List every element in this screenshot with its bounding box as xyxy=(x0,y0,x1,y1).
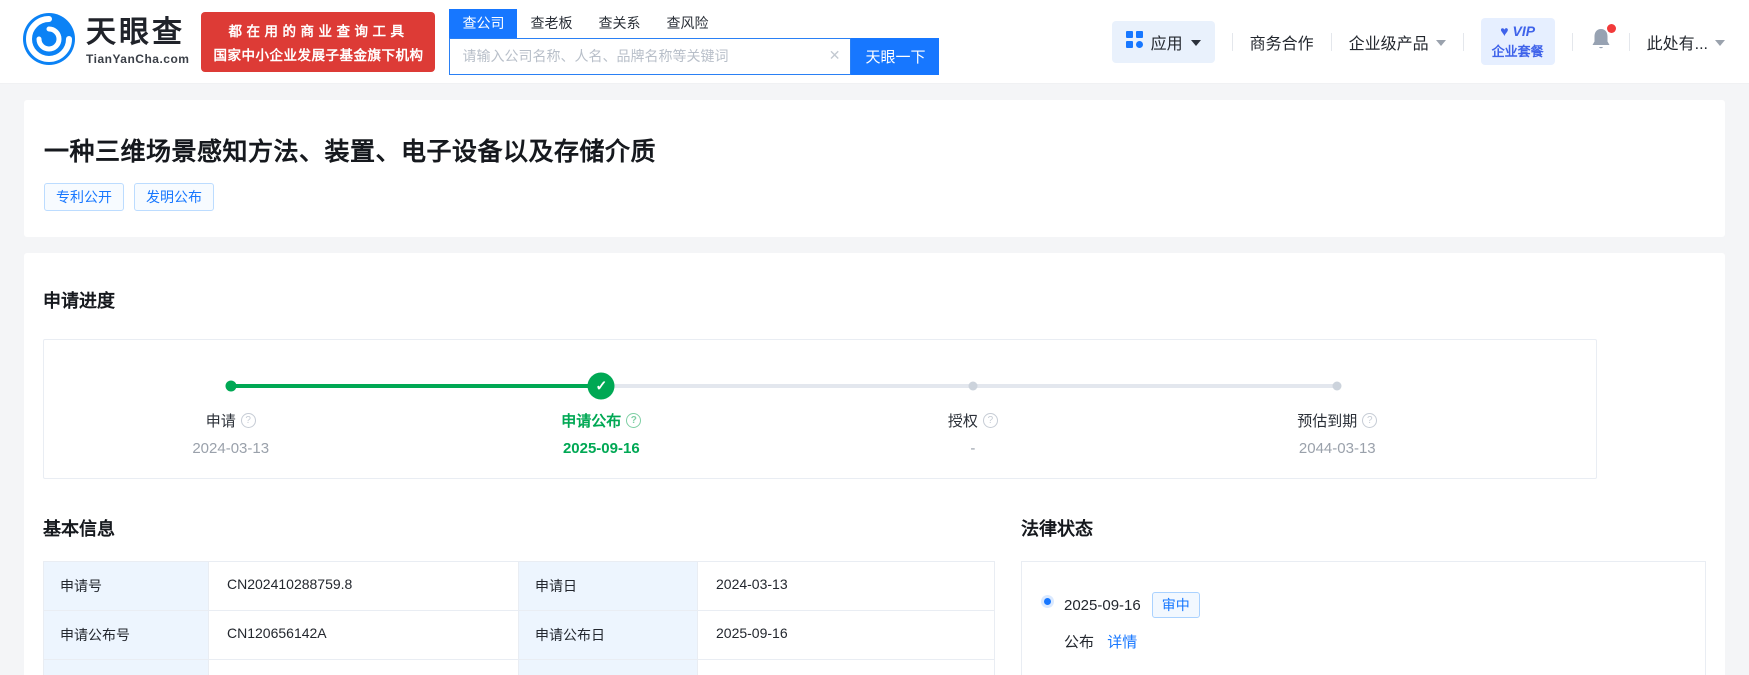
basic-info-table: 申请号 CN202410288759.8 申请日 2024-03-13 申请公布… xyxy=(43,561,995,675)
header-nav: 应用 商务合作 企业级产品 ♥ VIP 企业套餐 xyxy=(1112,18,1725,65)
patent-detail-card: 申请进度 ✓ 申请 ? 2024-03-13 xyxy=(24,253,1725,675)
help-question-icon[interactable]: ? xyxy=(1362,413,1377,428)
nav-divider xyxy=(1232,33,1233,51)
search-tabs: 查公司 查老板 查关系 查风险 xyxy=(449,9,851,38)
cell-label xyxy=(44,660,209,675)
slogan-line1: 都在用的商业查询工具 xyxy=(213,20,423,40)
notifications-button[interactable] xyxy=(1590,27,1612,56)
apps-menu-button[interactable]: 应用 xyxy=(1112,21,1215,63)
cell-publication-no-label: 申请公布号 xyxy=(44,611,209,659)
timeline-node-expiry xyxy=(1333,382,1342,391)
application-progress-timeline: ✓ 申请 ? 2024-03-13 申请公布 ? 2025-09- xyxy=(43,339,1597,479)
basic-info-section: 基本信息 申请号 CN202410288759.8 申请日 2024-03-13… xyxy=(43,515,995,675)
clear-input-icon[interactable]: ✕ xyxy=(829,47,841,64)
legal-status-date: 2025-09-16 xyxy=(1064,597,1141,614)
status-badge: 审中 xyxy=(1152,592,1200,618)
step-label: 预估到期 xyxy=(1297,410,1357,431)
brand-slogan-banner: 都在用的商业查询工具 国家中小企业发展子基金旗下机构 xyxy=(201,12,435,72)
nav-user-menu[interactable]: 此处有... xyxy=(1647,30,1725,54)
step-date: 2024-03-13 xyxy=(121,440,341,457)
table-row: 申请公布号 CN120656142A 申请公布日 2025-09-16 xyxy=(44,610,994,659)
nav-business-cooperation[interactable]: 商务合作 xyxy=(1250,30,1314,54)
tag-patent-publication: 专利公开 xyxy=(44,183,124,211)
tab-search-relation[interactable]: 查关系 xyxy=(585,9,653,38)
search-module: 查公司 查老板 查关系 查风险 ✕ 天眼一下 xyxy=(449,9,939,75)
patent-title: 一种三维场景感知方法、装置、电子设备以及存储介质 xyxy=(44,132,1705,168)
vip-package-button[interactable]: ♥ VIP 企业套餐 xyxy=(1481,18,1555,65)
step-label: 申请公布 xyxy=(561,410,621,431)
help-question-icon[interactable]: ? xyxy=(241,413,256,428)
nav-divider xyxy=(1463,33,1464,51)
chevron-down-icon xyxy=(1715,40,1725,46)
legal-status-section: 法律状态 2025-09-16 审中 公布 详情 xyxy=(1021,515,1706,675)
legal-status-box: 2025-09-16 审中 公布 详情 xyxy=(1021,561,1706,675)
legal-action-label: 公布 xyxy=(1064,634,1094,651)
step-label: 授权 xyxy=(948,410,978,431)
tab-search-boss[interactable]: 查老板 xyxy=(517,9,585,38)
notification-badge-dot xyxy=(1607,24,1616,33)
basic-info-title: 基本信息 xyxy=(43,515,995,541)
step-application: 申请 ? 2024-03-13 xyxy=(121,410,341,457)
apps-grid-icon xyxy=(1126,31,1143,53)
legal-status-title: 法律状态 xyxy=(1021,515,1706,541)
timeline-completed-segment xyxy=(231,384,602,388)
legal-status-item: 2025-09-16 审中 公布 详情 xyxy=(1044,592,1681,652)
step-date: 2025-09-16 xyxy=(491,440,711,457)
cell-application-date-value: 2024-03-13 xyxy=(698,562,994,610)
step-date: 2044-03-13 xyxy=(1227,440,1447,457)
search-button[interactable]: 天眼一下 xyxy=(851,38,939,75)
cell-value xyxy=(209,660,519,675)
user-menu-label: 此处有... xyxy=(1647,30,1708,54)
cell-publication-date-label: 申请公布日 xyxy=(519,611,698,659)
cell-application-no-label: 申请号 xyxy=(44,562,209,610)
cell-value xyxy=(698,660,994,675)
tianyancha-logo[interactable]: 天眼查 TianYanCha.com xyxy=(22,12,189,71)
vip-package-label: 企业套餐 xyxy=(1492,41,1544,60)
search-input[interactable] xyxy=(449,38,851,75)
table-row: 申请号 CN202410288759.8 申请日 2024-03-13 xyxy=(44,562,994,610)
step-publication: 申请公布 ? 2025-09-16 xyxy=(491,410,711,457)
enterprise-label: 企业级产品 xyxy=(1349,30,1429,54)
patent-header-card: 一种三维场景感知方法、装置、电子设备以及存储介质 专利公开 发明公布 xyxy=(24,100,1725,237)
step-estimated-expiry: 预估到期 ? 2044-03-13 xyxy=(1227,410,1447,457)
timeline-node-granted xyxy=(968,382,977,391)
page-content: 一种三维场景感知方法、装置、电子设备以及存储介质 专利公开 发明公布 申请进度 … xyxy=(0,84,1749,675)
chevron-down-icon xyxy=(1191,40,1201,46)
timeline-node-published: ✓ xyxy=(588,373,615,400)
vip-label: VIP xyxy=(1513,23,1536,39)
help-question-icon[interactable]: ? xyxy=(983,413,998,428)
nav-divider xyxy=(1572,33,1573,51)
vip-heart-icon: ♥ xyxy=(1500,23,1508,39)
nav-divider xyxy=(1331,33,1332,51)
step-label: 申请 xyxy=(206,410,236,431)
help-question-icon[interactable]: ? xyxy=(626,413,641,428)
tab-search-risk[interactable]: 查风险 xyxy=(653,9,721,38)
tianyancha-logo-icon xyxy=(22,12,76,71)
table-row-partially-visible xyxy=(44,659,994,675)
check-icon: ✓ xyxy=(588,373,615,400)
cell-application-no-value: CN202410288759.8 xyxy=(209,562,519,610)
top-header: 天眼查 TianYanCha.com 都在用的商业查询工具 国家中小企业发展子基… xyxy=(0,0,1749,84)
timeline-node-filed xyxy=(225,381,236,392)
step-date: - xyxy=(863,440,1083,457)
timeline-bullet-icon xyxy=(1044,598,1051,605)
apps-label: 应用 xyxy=(1151,30,1183,54)
progress-section-title: 申请进度 xyxy=(43,287,1706,313)
step-grant: 授权 ? - xyxy=(863,410,1083,457)
nav-divider xyxy=(1629,33,1630,51)
nav-enterprise-products[interactable]: 企业级产品 xyxy=(1349,30,1446,54)
patent-tags: 专利公开 发明公布 xyxy=(44,183,1705,211)
brand-domain: TianYanCha.com xyxy=(86,52,189,66)
cell-label xyxy=(519,660,698,675)
tab-search-company[interactable]: 查公司 xyxy=(449,9,517,38)
cell-publication-no-value: CN120656142A xyxy=(209,611,519,659)
cell-application-date-label: 申请日 xyxy=(519,562,698,610)
cell-publication-date-value: 2025-09-16 xyxy=(698,611,994,659)
chevron-down-icon xyxy=(1436,40,1446,46)
slogan-line2: 国家中小企业发展子基金旗下机构 xyxy=(213,44,423,64)
tag-invention-publication: 发明公布 xyxy=(134,183,214,211)
detail-link[interactable]: 详情 xyxy=(1107,634,1137,651)
brand-name: 天眼查 xyxy=(86,18,189,48)
